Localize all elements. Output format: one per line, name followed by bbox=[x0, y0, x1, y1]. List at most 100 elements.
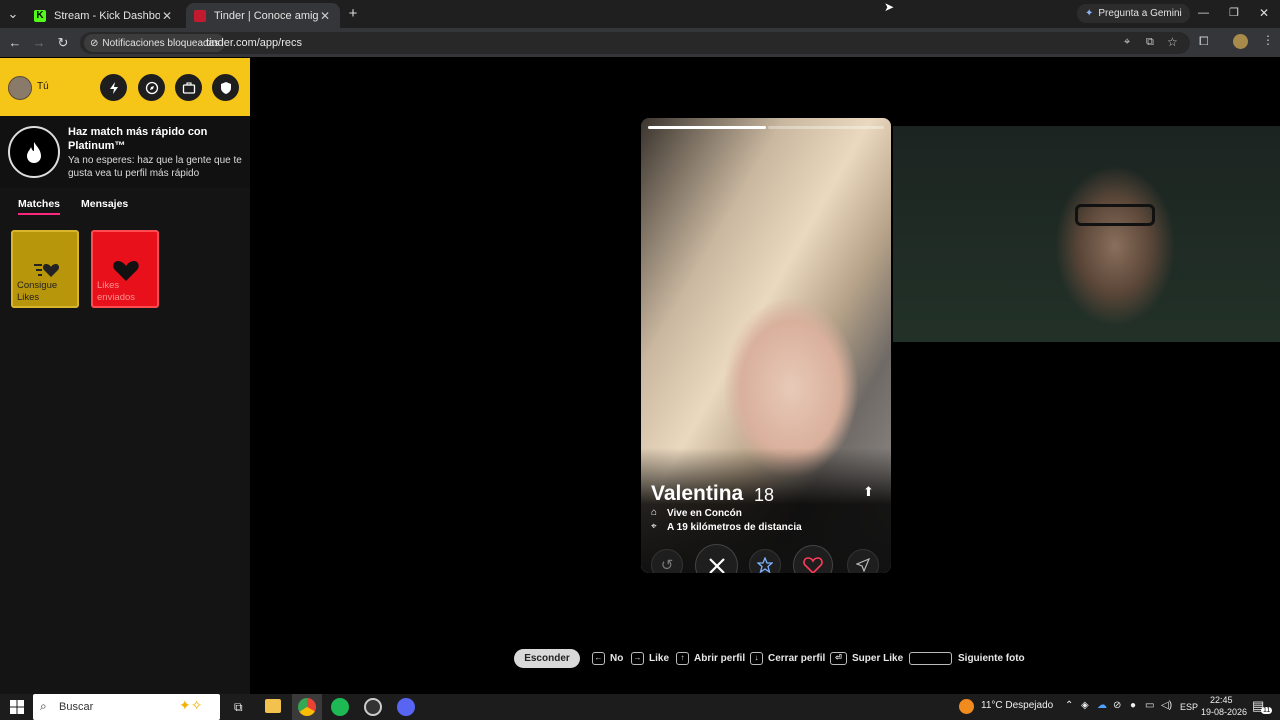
shortcut-like: → Like bbox=[631, 652, 669, 665]
chrome-taskbar-item[interactable] bbox=[292, 694, 322, 720]
rewind-icon: ↺ bbox=[660, 557, 674, 573]
microphone-icon[interactable]: ● bbox=[1130, 700, 1136, 711]
boost-send-button[interactable] bbox=[847, 549, 879, 573]
spotify-icon[interactable] bbox=[331, 698, 349, 716]
browser-tab-bar: ⌄ K Stream - Kick Dashboard ✕ Tinder | C… bbox=[0, 0, 1280, 28]
windows-start-icon[interactable] bbox=[10, 700, 24, 714]
sidebar: Tú Haz match más rápido con Platinum™ Ya… bbox=[0, 58, 250, 694]
profile-home: Vive en Concón bbox=[667, 508, 742, 519]
onedrive-icon[interactable]: ☁ bbox=[1097, 700, 1107, 711]
shortcut-label: Cerrar perfil bbox=[768, 653, 826, 664]
shortcut-label: No bbox=[610, 653, 624, 664]
reload-icon[interactable]: ↻ bbox=[54, 34, 72, 52]
shortcut-label: Super Like bbox=[852, 653, 904, 664]
home-icon: ⌂ bbox=[651, 507, 658, 518]
url-text[interactable]: tinder.com/app/recs bbox=[206, 37, 302, 49]
profile-age: 18 bbox=[754, 485, 775, 505]
tab-mensajes[interactable]: Mensajes bbox=[81, 198, 128, 210]
close-tab-icon[interactable]: ✕ bbox=[160, 9, 174, 23]
shortcut-label: Like bbox=[649, 653, 670, 664]
rewind-button[interactable]: ↺ bbox=[651, 549, 683, 573]
shortcut-label: Siguiente foto bbox=[958, 653, 1025, 664]
obs-icon[interactable] bbox=[364, 698, 382, 716]
open-profile-arrow-icon[interactable]: ⬆ bbox=[863, 484, 874, 500]
send-icon bbox=[856, 558, 870, 572]
location-icon[interactable]: ⌖ bbox=[1124, 36, 1130, 49]
tab-kick-dashboard[interactable]: K Stream - Kick Dashboard ✕ bbox=[26, 3, 182, 28]
key-left-icon: ← bbox=[592, 652, 605, 665]
get-likes-card[interactable]: Consigue Likes bbox=[11, 230, 79, 308]
discord-icon[interactable] bbox=[397, 698, 415, 716]
sparkle-icon: ✦✧ bbox=[179, 697, 203, 713]
shield-icon[interactable] bbox=[212, 74, 239, 101]
heart-icon bbox=[113, 261, 139, 281]
tray-chevron-icon[interactable]: ⌃ bbox=[1065, 700, 1073, 711]
task-view-icon[interactable]: ⧉ bbox=[234, 700, 243, 715]
clock-date[interactable]: 19-08-2026 bbox=[1201, 707, 1247, 717]
tab-search-icon[interactable]: ⌄ bbox=[4, 5, 22, 23]
profile-name: Valentina bbox=[651, 482, 744, 505]
webcam-overlay bbox=[893, 126, 1280, 342]
keyboard-shortcuts-bar: Esconder ← No → Like ↑ Abrir perfil ↓ Cerrar… bbox=[514, 649, 1034, 668]
close-tab-icon[interactable]: ✕ bbox=[318, 9, 332, 23]
key-space-icon bbox=[909, 652, 952, 665]
gemini-icon: ✦ bbox=[1085, 8, 1094, 19]
weather-text[interactable]: 11°C Despejado bbox=[981, 700, 1053, 711]
taskbar-search-input[interactable]: ⌕ Buscar ✦✧ bbox=[33, 694, 220, 720]
profile-avatar[interactable] bbox=[1233, 34, 1248, 49]
close-window-icon[interactable]: ✕ bbox=[1259, 6, 1269, 20]
gemini-button[interactable]: ✦ Pregunta a Gemini bbox=[1077, 4, 1190, 23]
weather-icon bbox=[959, 699, 974, 714]
restore-icon[interactable]: ❐ bbox=[1229, 6, 1239, 19]
language-indicator[interactable]: ESP bbox=[1180, 702, 1198, 712]
briefcase-icon[interactable] bbox=[175, 74, 202, 101]
active-tab-underline bbox=[18, 213, 60, 215]
flame-icon bbox=[27, 142, 41, 163]
shortcut-label: Abrir perfil bbox=[694, 653, 746, 664]
likes-sent-card[interactable]: Likes enviados bbox=[91, 230, 159, 308]
menu-dots-icon[interactable]: ⋮ bbox=[1262, 33, 1274, 47]
likes-heart-lines-icon bbox=[34, 264, 60, 277]
star-icon bbox=[757, 557, 773, 573]
display-icon[interactable]: ▭ bbox=[1145, 700, 1154, 711]
boost-icon[interactable] bbox=[100, 74, 127, 101]
back-icon[interactable]: ← bbox=[6, 34, 24, 52]
shortcut-open-profile: ↑ Abrir perfil bbox=[676, 652, 745, 665]
platinum-promo[interactable]: Haz match más rápido con Platinum™ Ya no… bbox=[0, 116, 250, 188]
mouse-cursor-icon: ➤ bbox=[884, 0, 895, 14]
key-down-icon: ↓ bbox=[750, 652, 763, 665]
clock-time[interactable]: 22:45 bbox=[1210, 695, 1233, 705]
site-info-chip[interactable]: ⊘ Notificaciones bloqueadas bbox=[84, 34, 226, 52]
webcam-glasses bbox=[1075, 204, 1155, 226]
profile-card[interactable]: Valentina 18 ⬆ ⌂ Vive en Concón ⌖ A 19 k… bbox=[641, 118, 891, 573]
tinder-icon bbox=[194, 9, 206, 22]
promo-flame-circle bbox=[8, 126, 60, 178]
chrome-icon bbox=[298, 698, 316, 716]
minimize-icon[interactable]: — bbox=[1198, 7, 1209, 19]
shortcut-close-profile: ↓ Cerrar perfil bbox=[750, 652, 825, 665]
user-label[interactable]: Tú bbox=[37, 81, 49, 92]
bookmark-star-icon[interactable]: ☆ bbox=[1167, 35, 1178, 49]
windows-taskbar: ⌕ Buscar ✦✧ ⧉ 11°C Despejado ⌃ ◈ ☁ ⊘ ● ▭… bbox=[0, 694, 1280, 720]
forward-icon[interactable]: → bbox=[30, 34, 48, 52]
key-up-icon: ↑ bbox=[676, 652, 689, 665]
cast-icon[interactable]: ⧉ bbox=[1146, 36, 1154, 49]
tab-matches[interactable]: Matches bbox=[18, 198, 60, 210]
super-like-button[interactable] bbox=[749, 549, 781, 573]
get-likes-label: Consigue Likes bbox=[17, 280, 58, 303]
new-tab-icon[interactable]: + bbox=[344, 5, 362, 23]
close-x-icon bbox=[708, 557, 725, 573]
heart-outline-icon bbox=[803, 557, 823, 573]
omnibox[interactable]: ⊘ Notificaciones bloqueadas tinder.com/a… bbox=[80, 32, 1190, 54]
tab-tinder[interactable]: Tinder | Conoce amigos y gente ✕ bbox=[186, 3, 340, 28]
explore-compass-icon[interactable] bbox=[138, 74, 165, 101]
file-explorer-icon[interactable] bbox=[265, 699, 281, 713]
avatar[interactable] bbox=[8, 76, 32, 100]
hide-shortcuts-button[interactable]: Esconder bbox=[514, 649, 580, 668]
extensions-icon[interactable]: ⧠ bbox=[1199, 34, 1209, 49]
tray-app-icon[interactable]: ◈ bbox=[1081, 700, 1089, 711]
volume-icon[interactable]: ◁) bbox=[1161, 700, 1172, 711]
network-off-icon[interactable]: ⊘ bbox=[1113, 700, 1121, 711]
key-right-icon: → bbox=[631, 652, 644, 665]
likes-sent-label: Likes enviados bbox=[97, 280, 136, 303]
